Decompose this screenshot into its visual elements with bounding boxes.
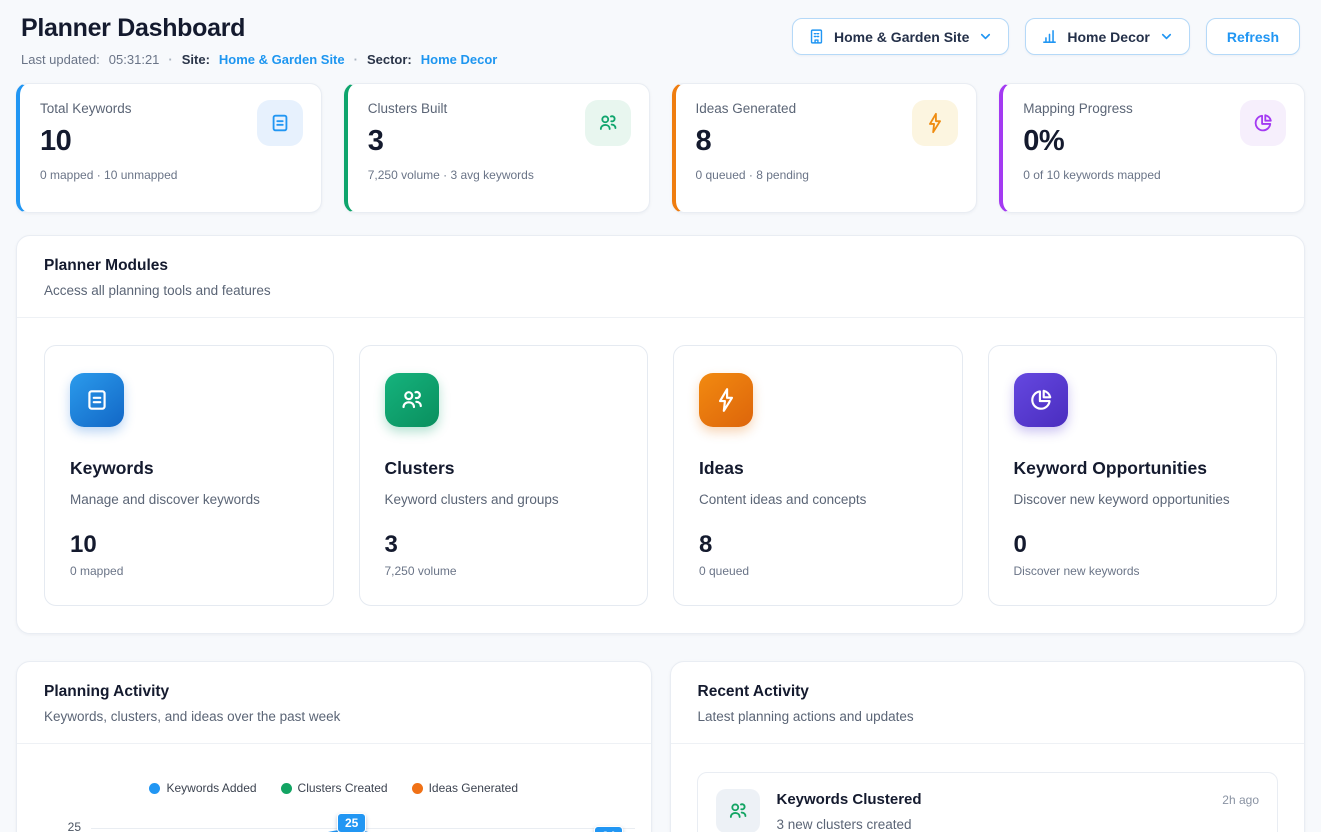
module-title: Keyword Opportunities: [1014, 458, 1252, 479]
module-description: Content ideas and concepts: [699, 492, 937, 507]
sector-selector-dropdown[interactable]: Home Decor: [1025, 18, 1189, 55]
site-selector-label: Home & Garden Site: [834, 29, 969, 45]
divider: [17, 743, 651, 744]
bolt-icon: [699, 373, 753, 427]
legend-item-clusters-created[interactable]: Clusters Created: [281, 781, 388, 795]
module-detail: 0 queued: [699, 564, 937, 578]
keywords-added-series: [17, 803, 651, 832]
stat-detail: 0 of 10 keywords mapped: [1023, 168, 1284, 182]
sector-selector-label: Home Decor: [1067, 29, 1149, 45]
sector-link[interactable]: Home Decor: [421, 52, 498, 67]
module-card-keyword-opportunities[interactable]: Keyword Opportunities Discover new keywo…: [988, 345, 1278, 606]
legend-label: Ideas Generated: [429, 781, 518, 795]
legend-dot-blue: [149, 783, 160, 794]
site-label: Site:: [182, 52, 210, 67]
document-icon: [70, 373, 124, 427]
data-point-label: 25: [337, 813, 366, 832]
modules-subtitle: Access all planning tools and features: [44, 283, 1277, 298]
planning-activity-subtitle: Keywords, clusters, and ideas over the p…: [44, 709, 624, 724]
stat-detail: 0 queued · 8 pending: [696, 168, 957, 182]
module-card-ideas[interactable]: Ideas Content ideas and concepts 8 0 que…: [673, 345, 963, 606]
recent-activity-title: Recent Activity: [698, 683, 1278, 701]
module-detail: Discover new keywords: [1014, 564, 1252, 578]
stat-card-ideas-generated: Ideas Generated 8 0 queued · 8 pending: [672, 83, 978, 213]
module-description: Manage and discover keywords: [70, 492, 308, 507]
stat-card-total-keywords: Total Keywords 10 0 mapped · 10 unmapped: [16, 83, 322, 213]
bolt-icon: [912, 100, 958, 146]
activity-line-chart: 25 25 24: [17, 803, 651, 832]
legend-item-ideas-generated[interactable]: Ideas Generated: [412, 781, 518, 795]
users-icon: [385, 373, 439, 427]
last-updated-value: 05:31:21: [109, 52, 160, 67]
module-detail: 7,250 volume: [385, 564, 623, 578]
activity-body: Keywords Clustered 3 new clusters create…: [777, 789, 1206, 832]
stat-card-mapping-progress: Mapping Progress 0% 0 of 10 keywords map…: [999, 83, 1305, 213]
planning-activity-title: Planning Activity: [44, 683, 624, 701]
module-value: 8: [699, 531, 937, 559]
module-description: Discover new keyword opportunities: [1014, 492, 1252, 507]
pie-chart-icon: [1240, 100, 1286, 146]
pie-chart-icon: [1014, 373, 1068, 427]
modules-title: Planner Modules: [44, 257, 1277, 275]
planning-activity-header: Planning Activity Keywords, clusters, an…: [17, 662, 651, 743]
sector-label: Sector:: [367, 52, 412, 67]
bar-chart-icon: [1041, 28, 1058, 45]
stat-detail: 7,250 volume · 3 avg keywords: [368, 168, 629, 182]
page-title: Planner Dashboard: [21, 14, 497, 43]
separator: ·: [354, 52, 358, 67]
stats-row: Total Keywords 10 0 mapped · 10 unmapped…: [16, 83, 1305, 213]
modules-grid: Keywords Manage and discover keywords 10…: [17, 318, 1304, 633]
module-title: Ideas: [699, 458, 937, 479]
module-value: 0: [1014, 531, 1252, 559]
data-point-label: 24: [594, 826, 623, 832]
planning-activity-card: Planning Activity Keywords, clusters, an…: [16, 661, 652, 832]
users-icon: [585, 100, 631, 146]
legend-label: Keywords Added: [166, 781, 256, 795]
last-updated-label: Last updated:: [21, 52, 100, 67]
users-icon: [716, 789, 760, 832]
activity-item-keywords-clustered: Keywords Clustered 3 new clusters create…: [697, 772, 1279, 832]
module-description: Keyword clusters and groups: [385, 492, 623, 507]
legend-dot-green: [281, 783, 292, 794]
site-link[interactable]: Home & Garden Site: [219, 52, 345, 67]
activity-description: 3 new clusters created: [777, 817, 1206, 832]
stat-detail: 0 mapped · 10 unmapped: [40, 168, 301, 182]
module-card-clusters[interactable]: Clusters Keyword clusters and groups 3 7…: [359, 345, 649, 606]
chevron-down-icon: [1159, 29, 1174, 44]
chevron-down-icon: [978, 29, 993, 44]
stat-card-clusters-built: Clusters Built 3 7,250 volume · 3 avg ke…: [344, 83, 650, 213]
refresh-button[interactable]: Refresh: [1206, 18, 1300, 55]
activity-title: Keywords Clustered: [777, 791, 1206, 808]
module-value: 10: [70, 531, 308, 559]
top-bar: Planner Dashboard Last updated: 05:31:21…: [16, 14, 1305, 67]
module-card-keywords[interactable]: Keywords Manage and discover keywords 10…: [44, 345, 334, 606]
recent-activity-header: Recent Activity Latest planning actions …: [671, 662, 1305, 743]
legend-item-keywords-added[interactable]: Keywords Added: [149, 781, 256, 795]
legend-label: Clusters Created: [298, 781, 388, 795]
header-controls: Home & Garden Site Home Decor Refresh: [792, 18, 1300, 55]
modules-header: Planner Modules Access all planning tool…: [17, 236, 1304, 317]
activity-timestamp: 2h ago: [1222, 793, 1259, 807]
bottom-row: Planning Activity Keywords, clusters, an…: [16, 661, 1305, 832]
planner-dashboard-page: Planner Dashboard Last updated: 05:31:21…: [0, 0, 1321, 832]
module-value: 3: [385, 531, 623, 559]
header-meta: Last updated: 05:31:21 · Site: Home & Ga…: [21, 52, 497, 67]
recent-activity-card: Recent Activity Latest planning actions …: [670, 661, 1306, 832]
planner-modules-section: Planner Modules Access all planning tool…: [16, 235, 1305, 634]
separator: ·: [168, 52, 172, 67]
document-icon: [257, 100, 303, 146]
module-title: Keywords: [70, 458, 308, 479]
site-selector-dropdown[interactable]: Home & Garden Site: [792, 18, 1009, 55]
header-left: Planner Dashboard Last updated: 05:31:21…: [21, 14, 497, 67]
module-detail: 0 mapped: [70, 564, 308, 578]
module-title: Clusters: [385, 458, 623, 479]
recent-activity-subtitle: Latest planning actions and updates: [698, 709, 1278, 724]
legend-dot-orange: [412, 783, 423, 794]
chart-legend: Keywords Added Clusters Created Ideas Ge…: [17, 781, 651, 795]
activity-list: Keywords Clustered 3 new clusters create…: [671, 744, 1305, 832]
building-icon: [808, 28, 825, 45]
